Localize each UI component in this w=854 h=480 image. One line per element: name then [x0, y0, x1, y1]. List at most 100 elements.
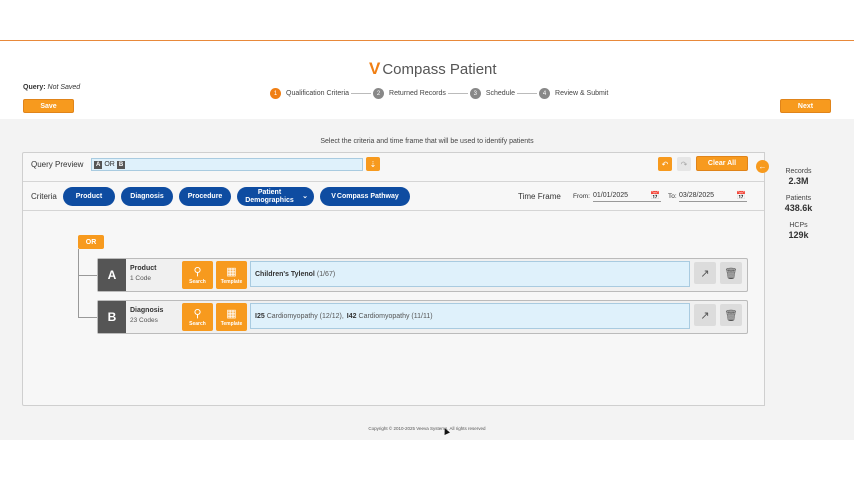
search-button[interactable]: ⚲ Search — [182, 303, 213, 331]
step-label: Returned Records — [389, 90, 446, 97]
veeva-logo-icon: V — [369, 59, 381, 78]
search-label: Search — [189, 320, 206, 327]
redo-icon[interactable]: ↷ — [677, 157, 691, 171]
step-connector — [517, 93, 538, 94]
app-title: Compass Patient — [382, 60, 497, 78]
chevron-down-icon: ⌄ — [302, 192, 308, 200]
criteria-label: Criteria — [31, 192, 57, 201]
step-number: 1 — [270, 88, 281, 99]
stat-label: Records — [785, 168, 812, 175]
from-label: From: — [573, 193, 590, 200]
clear-all-button[interactable]: Clear All — [696, 156, 748, 171]
step-label: Schedule — [485, 90, 516, 97]
step-connector — [351, 93, 372, 94]
stat-value: 438.6k — [784, 203, 813, 213]
open-external-icon[interactable]: ↗ — [694, 262, 716, 284]
step-number: 3 — [469, 88, 481, 99]
query-preview-box: A OR B — [91, 158, 363, 171]
open-external-icon[interactable]: ↗ — [694, 304, 716, 326]
template-icon: ▦ — [226, 307, 237, 320]
step-review-submit[interactable]: 4 Review & Submit — [539, 88, 608, 99]
code-id: I25 — [255, 312, 265, 320]
or-operator-badge[interactable]: OR — [78, 235, 104, 249]
compass-pathway-label: Compass Pathway — [336, 192, 399, 200]
code-count: (1/67) — [316, 270, 336, 278]
save-button[interactable]: Save — [23, 99, 74, 113]
procedure-button[interactable]: Procedure — [179, 187, 231, 206]
download-icon[interactable]: ⇣ — [366, 157, 380, 171]
search-icon: ⚲ — [193, 265, 202, 278]
calendar-icon[interactable]: 📅 — [736, 191, 746, 200]
block-subtitle: 1 Code — [130, 275, 151, 282]
undo-icon[interactable]: ↶ — [658, 157, 672, 171]
block-letter: B — [98, 301, 126, 333]
stat-records: Records 2.3M — [765, 168, 832, 186]
criteria-row: Criteria Product Diagnosis Procedure Pat… — [23, 183, 764, 211]
calendar-icon[interactable]: 📅 — [650, 191, 660, 200]
block-title: Diagnosis — [130, 307, 164, 314]
patient-demographics-dropdown[interactable]: Patient Demographics ⌄ — [237, 187, 314, 206]
step-schedule[interactable]: 3 Schedule — [469, 88, 516, 99]
template-button[interactable]: ▦ Template — [216, 303, 247, 331]
to-label: To: — [668, 193, 677, 200]
tree-connector — [78, 249, 79, 317]
query-tag-a: A — [94, 160, 103, 169]
stat-value: 2.3M — [788, 176, 809, 186]
product-button[interactable]: Product — [63, 187, 115, 206]
step-label: Review & Submit — [555, 90, 609, 97]
stat-value: 129k — [788, 230, 809, 240]
patient-demographics-label: Patient Demographics — [245, 188, 294, 204]
from-date-value: 01/01/2025 — [593, 191, 629, 199]
template-icon: ▦ — [226, 265, 237, 278]
search-icon: ⚲ — [193, 307, 202, 320]
trash-icon[interactable]: 🗑 — [720, 304, 742, 326]
step-returned-records[interactable]: 2 Returned Records — [373, 88, 446, 99]
stat-patients: Patients 438.6k — [765, 195, 832, 213]
template-button[interactable]: ▦ Template — [216, 261, 247, 289]
code-text: Cardiomyopathy (11/11) — [358, 312, 433, 320]
block-letter: A — [98, 259, 126, 291]
stat-label: Patients — [785, 195, 812, 202]
step-number: 4 — [539, 88, 551, 99]
query-preview-label: Query Preview — [31, 160, 84, 169]
step-connector — [447, 93, 468, 94]
selected-codes-box[interactable]: I25 Cardiomyopathy (12/12), I42 Cardiomy… — [250, 303, 690, 329]
to-date-value: 03/28/2025 — [679, 191, 715, 199]
selected-codes-box[interactable]: Children's Tylenol (1/67) — [250, 261, 690, 287]
code-name: Children's Tylenol — [255, 270, 315, 278]
step-number: 2 — [373, 88, 385, 99]
query-status-value: Not Saved — [47, 84, 81, 91]
template-label: Template — [220, 320, 243, 327]
block-title: Product — [130, 265, 157, 272]
query-operator: OR — [104, 161, 115, 168]
criteria-block-b: B Diagnosis 23 Codes ⚲ Search ▦ Template… — [97, 300, 748, 334]
tree-connector — [78, 317, 97, 318]
veeva-v-icon: V — [331, 192, 336, 200]
app-logo: V Compass Patient — [369, 59, 497, 79]
query-preview-row: Query Preview A OR B ⇣ ↶ ↷ Clear All — [23, 152, 764, 182]
tree-connector — [78, 275, 97, 276]
code-id: I42 — [346, 312, 357, 320]
search-button[interactable]: ⚲ Search — [182, 261, 213, 289]
stat-hcps: HCPs 129k — [765, 222, 832, 240]
wizard-steps: 1 Qualification Criteria 2 Returned Reco… — [270, 88, 608, 99]
query-status: Query: Not Saved — [23, 84, 80, 91]
query-tag-b: B — [116, 160, 126, 169]
step-label: Qualification Criteria — [286, 90, 350, 97]
compass-pathway-button[interactable]: V Compass Pathway — [320, 187, 410, 206]
stat-label: HCPs — [789, 222, 808, 229]
next-button[interactable]: Next — [780, 99, 831, 113]
trash-icon[interactable]: 🗑 — [720, 262, 742, 284]
instructions-text: Select the criteria and time frame that … — [320, 138, 534, 145]
time-frame-label: Time Frame — [518, 192, 561, 201]
template-label: Template — [220, 278, 243, 285]
stats-sidebar: Records 2.3M Patients 438.6k HCPs 129k — [764, 152, 832, 406]
code-text: Cardiomyopathy (12/12), — [266, 312, 344, 320]
block-subtitle: 23 Codes — [130, 317, 158, 324]
step-qualification-criteria[interactable]: 1 Qualification Criteria — [270, 88, 349, 99]
criteria-block-a: A Product 1 Code ⚲ Search ▦ Template Chi… — [97, 258, 748, 292]
copyright-footer: Copyright © 2010-2025 Veeva Systems. All… — [368, 426, 486, 431]
header: V Compass Patient Query: Not Saved Save … — [0, 41, 854, 119]
diagnosis-button[interactable]: Diagnosis — [121, 187, 173, 206]
search-label: Search — [189, 278, 206, 285]
